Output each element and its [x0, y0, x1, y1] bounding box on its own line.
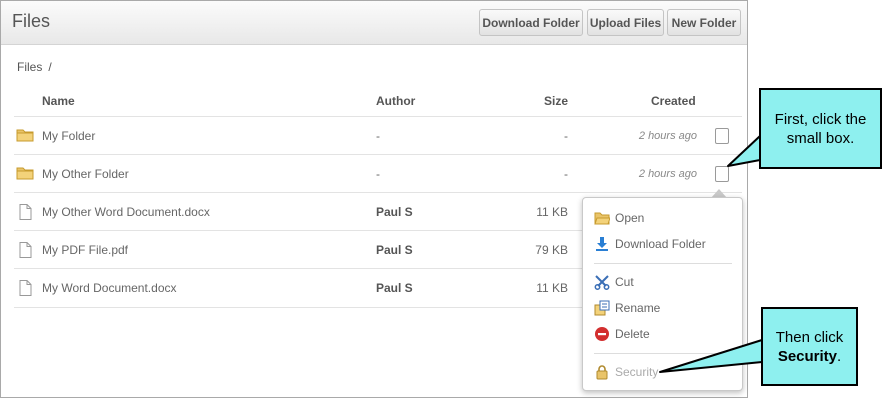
callout-text-suffix: . — [837, 347, 842, 365]
callout-text-prefix: Then click — [775, 328, 844, 346]
callout-text: First, click the small box. — [774, 110, 867, 147]
callout-pointers — [659, 135, 763, 373]
callout-text-bold: Security — [777, 347, 838, 365]
instruction-callout-first: First, click the small box. — [759, 88, 882, 169]
instruction-callout-second: Then click Security. — [761, 307, 858, 386]
callout-text: Then click Security. — [776, 328, 844, 366]
